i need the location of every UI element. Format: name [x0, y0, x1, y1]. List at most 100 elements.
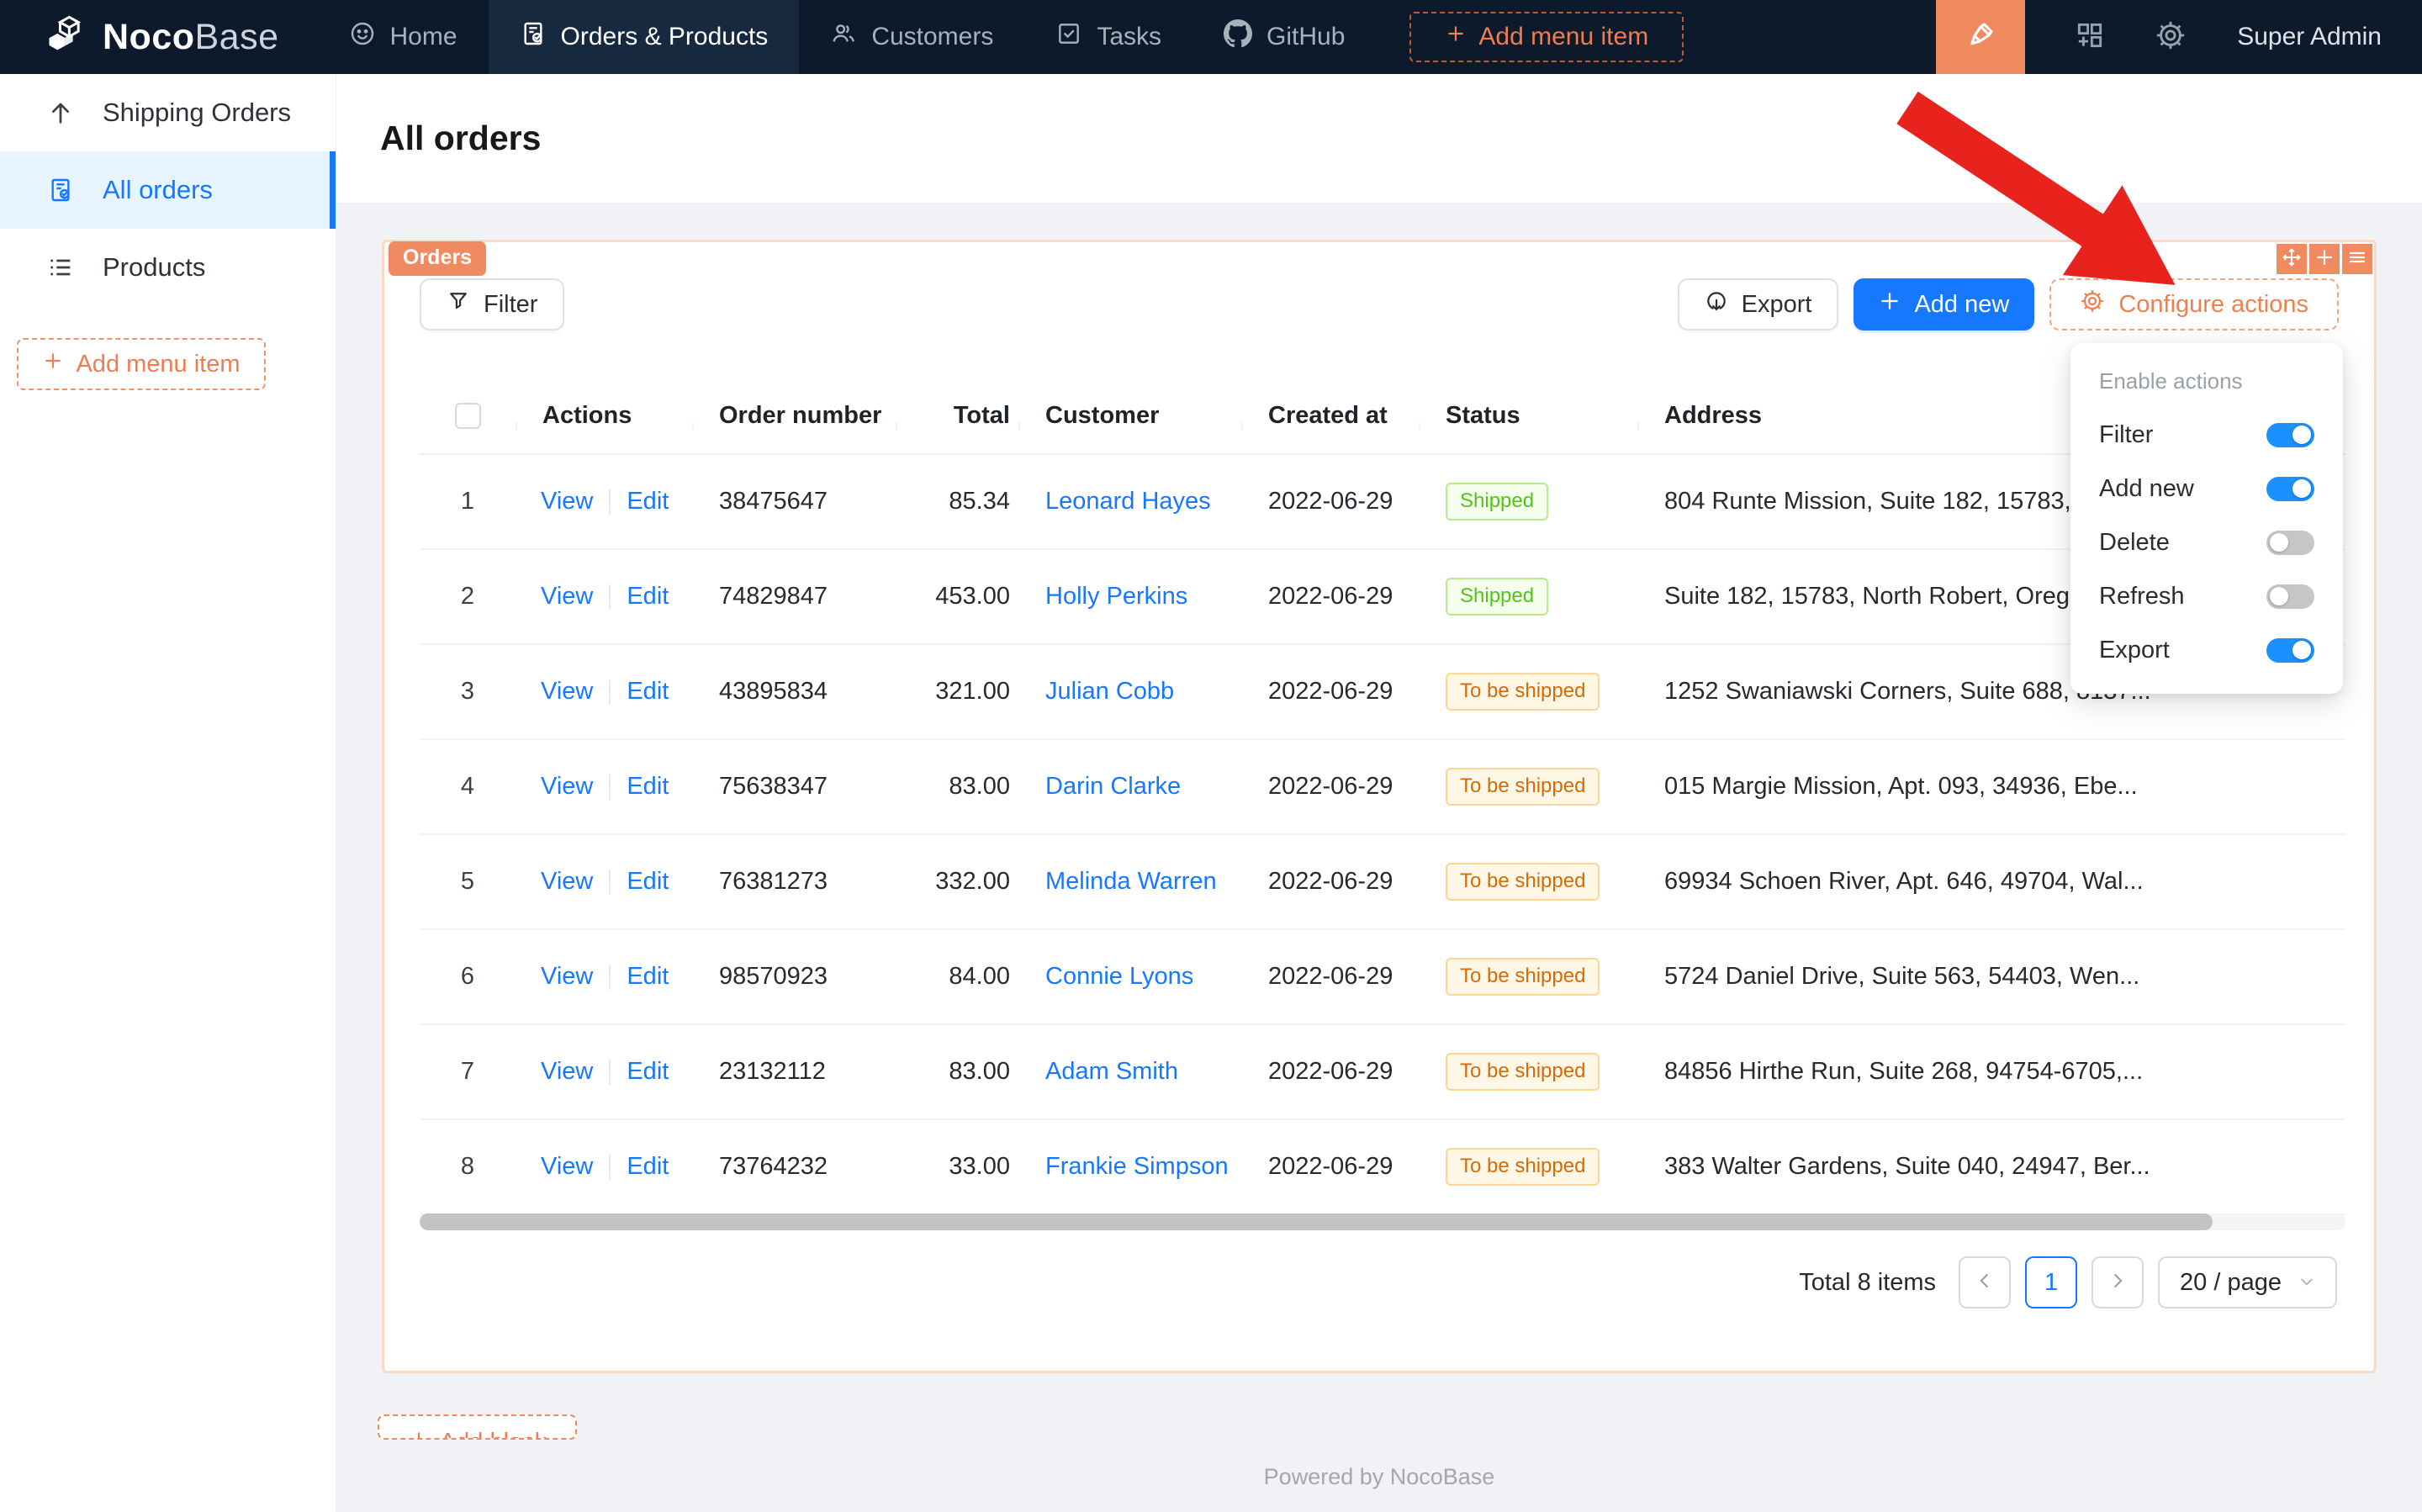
- ui-blocks-button[interactable]: [2074, 19, 2106, 56]
- view-link[interactable]: View: [541, 868, 593, 896]
- view-link[interactable]: View: [541, 773, 593, 801]
- edit-link[interactable]: Edit: [627, 1153, 669, 1181]
- add-new-button[interactable]: Add new: [1854, 278, 2034, 330]
- customer-link[interactable]: Holly Perkins: [1045, 583, 1187, 610]
- sidebar-add-menu-item-button[interactable]: Add menu item: [17, 338, 266, 390]
- nocobase-logo[interactable]: NocoBase: [44, 13, 279, 61]
- row-actions-cell: View Edit: [516, 868, 692, 896]
- table-row: 8 View Edit 73764232 33.00 Frankie Simps…: [420, 1120, 2345, 1215]
- edit-link[interactable]: Edit: [627, 963, 669, 991]
- block-menu-button[interactable]: [2342, 244, 2372, 274]
- add-block-label: Add block: [440, 1429, 547, 1440]
- add-block-plus-button[interactable]: [2309, 244, 2340, 274]
- dropdown-menu-item[interactable]: Delete: [2070, 515, 2343, 569]
- plus-icon: [2314, 247, 2335, 272]
- status-badge: Shipped: [1446, 578, 1548, 616]
- edit-link[interactable]: Edit: [627, 868, 669, 896]
- nav-item-customers[interactable]: Customers: [799, 0, 1024, 74]
- address-cell: 383 Walter Gardens, Suite 040, 24947, Be…: [1637, 1153, 2345, 1181]
- customer-link[interactable]: Frankie Simpson: [1045, 1153, 1229, 1180]
- customer-link[interactable]: Connie Lyons: [1045, 963, 1193, 990]
- toggle-switch[interactable]: [2266, 638, 2314, 663]
- sidebar-item-all-orders[interactable]: All orders: [0, 151, 336, 229]
- edit-link[interactable]: Edit: [627, 773, 669, 801]
- pagination-prev-button[interactable]: [1959, 1256, 2011, 1308]
- settings-button[interactable]: [2155, 19, 2187, 56]
- customer-link[interactable]: Adam Smith: [1045, 1058, 1178, 1085]
- view-link[interactable]: View: [541, 678, 593, 706]
- actions-divider: [609, 489, 611, 515]
- customer-link[interactable]: Julian Cobb: [1045, 678, 1174, 705]
- customer-link[interactable]: Darin Clarke: [1045, 773, 1181, 800]
- table-toolbar: Filter Export Add new Configure actions: [420, 278, 2339, 330]
- navbar-add-menu-item-button[interactable]: Add menu item: [1409, 12, 1684, 62]
- row-index: 3: [420, 678, 516, 706]
- edit-link[interactable]: Edit: [627, 678, 669, 706]
- sidebar-item-shipping-orders[interactable]: Shipping Orders: [0, 74, 336, 151]
- row-actions-cell: View Edit: [516, 678, 692, 706]
- configure-actions-button[interactable]: Configure actions: [2049, 278, 2339, 330]
- move-icon: [2282, 247, 2302, 272]
- add-block-button[interactable]: Add block: [378, 1414, 577, 1440]
- toggle-switch[interactable]: [2266, 584, 2314, 609]
- dropdown-item-label: Filter: [2099, 421, 2153, 449]
- plus-icon: [408, 1429, 430, 1440]
- toggle-switch[interactable]: [2266, 531, 2314, 555]
- dropdown-menu-item[interactable]: Export: [2070, 623, 2343, 677]
- sidebar-item-products[interactable]: Products: [0, 229, 336, 306]
- customer-link[interactable]: Melinda Warren: [1045, 868, 1217, 895]
- dropdown-menu-item[interactable]: Refresh: [2070, 569, 2343, 623]
- status-badge: To be shipped: [1446, 1148, 1600, 1186]
- created-at-cell: 2022-06-29: [1241, 1058, 1419, 1086]
- view-link[interactable]: View: [541, 963, 593, 991]
- edit-link[interactable]: Edit: [627, 583, 669, 611]
- sidebar-item-label: All orders: [103, 175, 213, 205]
- actions-divider: [609, 1060, 611, 1085]
- nav-item-orders-products[interactable]: Orders & Products: [489, 0, 800, 74]
- user-menu[interactable]: Super Admin: [2237, 23, 2382, 51]
- select-all-checkbox[interactable]: [455, 403, 481, 429]
- nav-item-label: Home: [390, 23, 457, 51]
- pagination-next-button[interactable]: [2091, 1256, 2144, 1308]
- hamburger-icon: [2347, 247, 2367, 272]
- view-link[interactable]: View: [541, 1153, 593, 1181]
- table-row: 3 View Edit 43895834 321.00 Julian Cobb …: [420, 645, 2345, 740]
- order-number-cell: 75638347: [692, 773, 896, 801]
- dropdown-menu-item[interactable]: Filter: [2070, 408, 2343, 462]
- nav-item-home[interactable]: Home: [318, 0, 489, 74]
- table-row: 7 View Edit 23132112 83.00 Adam Smith 20…: [420, 1025, 2345, 1120]
- address-cell: 69934 Schoen River, Apt. 646, 49704, Wal…: [1637, 868, 2345, 896]
- column-header-actions: Actions: [516, 402, 692, 430]
- top-navbar: NocoBase Home Orders & Products Customer…: [0, 0, 2422, 74]
- horizontal-scrollbar-thumb[interactable]: [420, 1213, 2213, 1230]
- total-cell: 85.34: [896, 488, 1018, 515]
- edit-link[interactable]: Edit: [627, 488, 669, 515]
- view-link[interactable]: View: [541, 1058, 593, 1086]
- navbar-add-menu-item-label: Add menu item: [1478, 23, 1648, 51]
- toggle-switch[interactable]: [2266, 477, 2314, 501]
- nocobase-logo-text: NocoBase: [103, 17, 279, 58]
- toggle-switch[interactable]: [2266, 423, 2314, 447]
- total-cell: 83.00: [896, 773, 1018, 801]
- view-link[interactable]: View: [541, 583, 593, 611]
- edit-link[interactable]: Edit: [627, 1058, 669, 1086]
- enable-actions-dropdown: Enable actions Filter Add new Delete Ref…: [2070, 343, 2343, 694]
- nav-item-tasks[interactable]: Tasks: [1024, 0, 1192, 74]
- export-button[interactable]: Export: [1678, 278, 1839, 330]
- table-row: 1 View Edit 38475647 85.34 Leonard Hayes…: [420, 455, 2345, 550]
- view-link[interactable]: View: [541, 488, 593, 515]
- filter-button[interactable]: Filter: [420, 278, 564, 330]
- file-check-icon: [47, 177, 74, 204]
- dropdown-menu-item[interactable]: Add new: [2070, 462, 2343, 515]
- plus-icon: [42, 350, 64, 378]
- page-size-select[interactable]: 20 / page: [2158, 1256, 2337, 1308]
- customer-link[interactable]: Leonard Hayes: [1045, 488, 1211, 515]
- pagination-page-1[interactable]: 1: [2025, 1256, 2077, 1308]
- ui-editor-highlighter-button[interactable]: [1936, 0, 2025, 74]
- nav-item-github[interactable]: GitHub: [1192, 0, 1376, 74]
- drag-handle-button[interactable]: [2277, 244, 2307, 274]
- table-row: 6 View Edit 98570923 84.00 Connie Lyons …: [420, 930, 2345, 1025]
- dropdown-title: Enable actions: [2070, 363, 2343, 408]
- app-root: NocoBase Home Orders & Products Customer…: [0, 0, 2422, 1512]
- row-index: 2: [420, 583, 516, 611]
